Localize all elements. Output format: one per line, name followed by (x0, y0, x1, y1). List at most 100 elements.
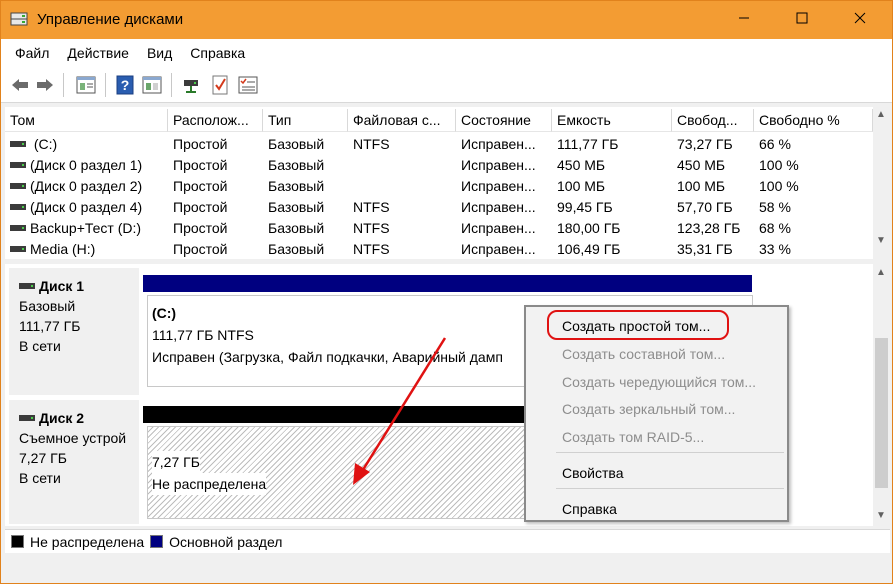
help-icon[interactable]: ? (114, 74, 136, 96)
disk-icon (10, 183, 26, 190)
menu-item-create-raid5-volume: Создать том RAID-5... (562, 429, 705, 445)
disk-name: Диск 1 (39, 278, 85, 294)
volume-percent-free: 68 % (759, 220, 791, 236)
properties-icon[interactable] (75, 74, 97, 96)
table-row[interactable]: (Диск 0 раздел 1) Простой Базовый Исправ… (5, 155, 873, 176)
menu-action[interactable]: Действие (58, 39, 138, 67)
menu-item-help[interactable]: Справка (562, 501, 617, 517)
column-header-layout[interactable]: Располож... (168, 109, 263, 132)
table-row[interactable]: Backup+Тест (D:) Простой Базовый NTFS Ис… (5, 218, 873, 239)
table-row[interactable]: (C:) Простой Базовый NTFS Исправен... 11… (5, 134, 873, 155)
volume-filesystem: NTFS (353, 220, 390, 236)
menu-item-create-striped-volume: Создать чередующийся том... (562, 374, 757, 390)
disk-status: В сети (19, 338, 61, 354)
scroll-down-icon[interactable]: ▼ (876, 510, 886, 521)
primary-swatch (150, 535, 164, 548)
scroll-up-icon[interactable]: ▲ (876, 109, 886, 120)
menu-item-properties[interactable]: Свойства (562, 465, 623, 481)
column-header-free-space[interactable]: Свобод... (672, 109, 754, 132)
column-header-volume[interactable]: Том (5, 109, 168, 132)
legend-primary: Основной раздел (169, 533, 283, 550)
disk-2-label[interactable]: Диск 2 Съемное устрой 7,27 ГБ В сети (9, 400, 139, 524)
volume-layout: Простой (173, 241, 228, 257)
menu-help[interactable]: Справка (181, 39, 254, 67)
connect-icon[interactable] (181, 74, 203, 96)
close-button[interactable] (837, 1, 883, 35)
title-bar: Управление дисками (1, 1, 892, 39)
disk-name: Диск 2 (39, 410, 85, 426)
volume-layout: Простой (173, 220, 228, 236)
volume-percent-free: 66 % (759, 136, 791, 152)
maximize-icon (796, 12, 808, 24)
svg-text:?: ? (121, 77, 130, 93)
menu-file[interactable]: Файл (6, 39, 58, 67)
scroll-down-icon[interactable]: ▼ (876, 235, 886, 246)
column-header-status[interactable]: Состояние (456, 109, 552, 132)
volume-layout: Простой (173, 199, 228, 215)
column-header-type[interactable]: Тип (263, 109, 348, 132)
volume-list: Том Располож... Тип Файловая с... Состоя… (5, 107, 873, 259)
minimize-icon (739, 17, 749, 19)
volume-name: (C:) (33, 136, 58, 152)
volume-list-scrollbar[interactable]: ▲ ▼ (873, 107, 890, 259)
disk-view-scrollbar[interactable]: ▲ ▼ (873, 264, 890, 526)
maximize-button[interactable] (779, 1, 825, 35)
unallocated-size: 7,27 ГБ (152, 451, 200, 473)
table-row[interactable]: Media (H:) Простой Базовый NTFS Исправен… (5, 239, 873, 259)
unallocated-swatch (11, 535, 24, 548)
volume-status: Исправен... (461, 199, 536, 215)
column-header-capacity[interactable]: Емкость (552, 109, 672, 132)
volume-free-space: 450 МБ (677, 157, 726, 173)
view-icon[interactable] (141, 74, 163, 96)
back-arrow-icon[interactable] (9, 74, 31, 96)
table-row[interactable]: (Диск 0 раздел 2) Простой Базовый Исправ… (5, 176, 873, 197)
list-icon[interactable] (237, 74, 259, 96)
volume-filesystem (348, 176, 456, 197)
minimize-button[interactable] (721, 1, 767, 35)
status-bar (1, 555, 892, 583)
volume-status: Исправен... (461, 136, 536, 152)
menu-separator (556, 488, 784, 489)
volume-capacity: 100 МБ (557, 178, 606, 194)
volume-free-space: 35,31 ГБ (677, 241, 733, 257)
scrollbar-thumb[interactable] (875, 338, 888, 488)
disk-management-app-icon (10, 12, 28, 26)
volume-percent-free: 58 % (759, 199, 791, 215)
legend-unallocated: Не распределена (30, 533, 145, 550)
volume-filesystem: NTFS (353, 136, 390, 152)
volume-status: Исправен... (461, 157, 536, 173)
disk-size: 111,77 ГБ (19, 318, 81, 334)
volume-type: Базовый (268, 157, 325, 173)
volume-capacity: 180,00 ГБ (557, 220, 621, 236)
disk-1-label[interactable]: Диск 1 Базовый 111,77 ГБ В сети (9, 268, 139, 395)
forward-arrow-icon[interactable] (34, 74, 56, 96)
scroll-up-icon[interactable]: ▲ (876, 267, 886, 278)
column-header-percent-free[interactable]: Свободно % (754, 109, 873, 132)
menu-item-create-mirrored-volume: Создать зеркальный том... (562, 401, 736, 417)
menu-item-create-spanned-volume: Создать составной том... (562, 346, 726, 362)
volume-free-space: 100 МБ (677, 178, 726, 194)
volume-name: Backup+Тест (D:) (30, 220, 142, 236)
volume-status: Исправен... (461, 220, 536, 236)
disk-size: 7,27 ГБ (19, 450, 67, 466)
volume-percent-free: 33 % (759, 241, 791, 257)
disk-management-window: Управление дисками Файл Действие Вид Спр… (0, 0, 893, 584)
menu-view[interactable]: Вид (138, 39, 181, 67)
volume-type: Базовый (268, 199, 325, 215)
volume-free-space: 123,28 ГБ (677, 220, 741, 236)
volume-filesystem: NTFS (353, 241, 390, 257)
volume-percent-free: 100 % (759, 178, 799, 194)
toolbar-separator (105, 73, 106, 97)
toolbar: ? (1, 67, 892, 103)
disk-icon (19, 283, 35, 290)
disk-icon (19, 415, 35, 422)
disk-icon (10, 225, 26, 232)
volume-name: (Диск 0 раздел 1) (30, 157, 143, 173)
menu-bar: Файл Действие Вид Справка (1, 39, 892, 67)
volume-capacity: 450 МБ (557, 157, 606, 173)
disk-icon (10, 204, 26, 211)
check-icon[interactable] (209, 74, 231, 96)
column-header-filesystem[interactable]: Файловая с... (348, 109, 456, 132)
volume-type: Базовый (268, 220, 325, 236)
table-row[interactable]: (Диск 0 раздел 4) Простой Базовый NTFS И… (5, 197, 873, 218)
